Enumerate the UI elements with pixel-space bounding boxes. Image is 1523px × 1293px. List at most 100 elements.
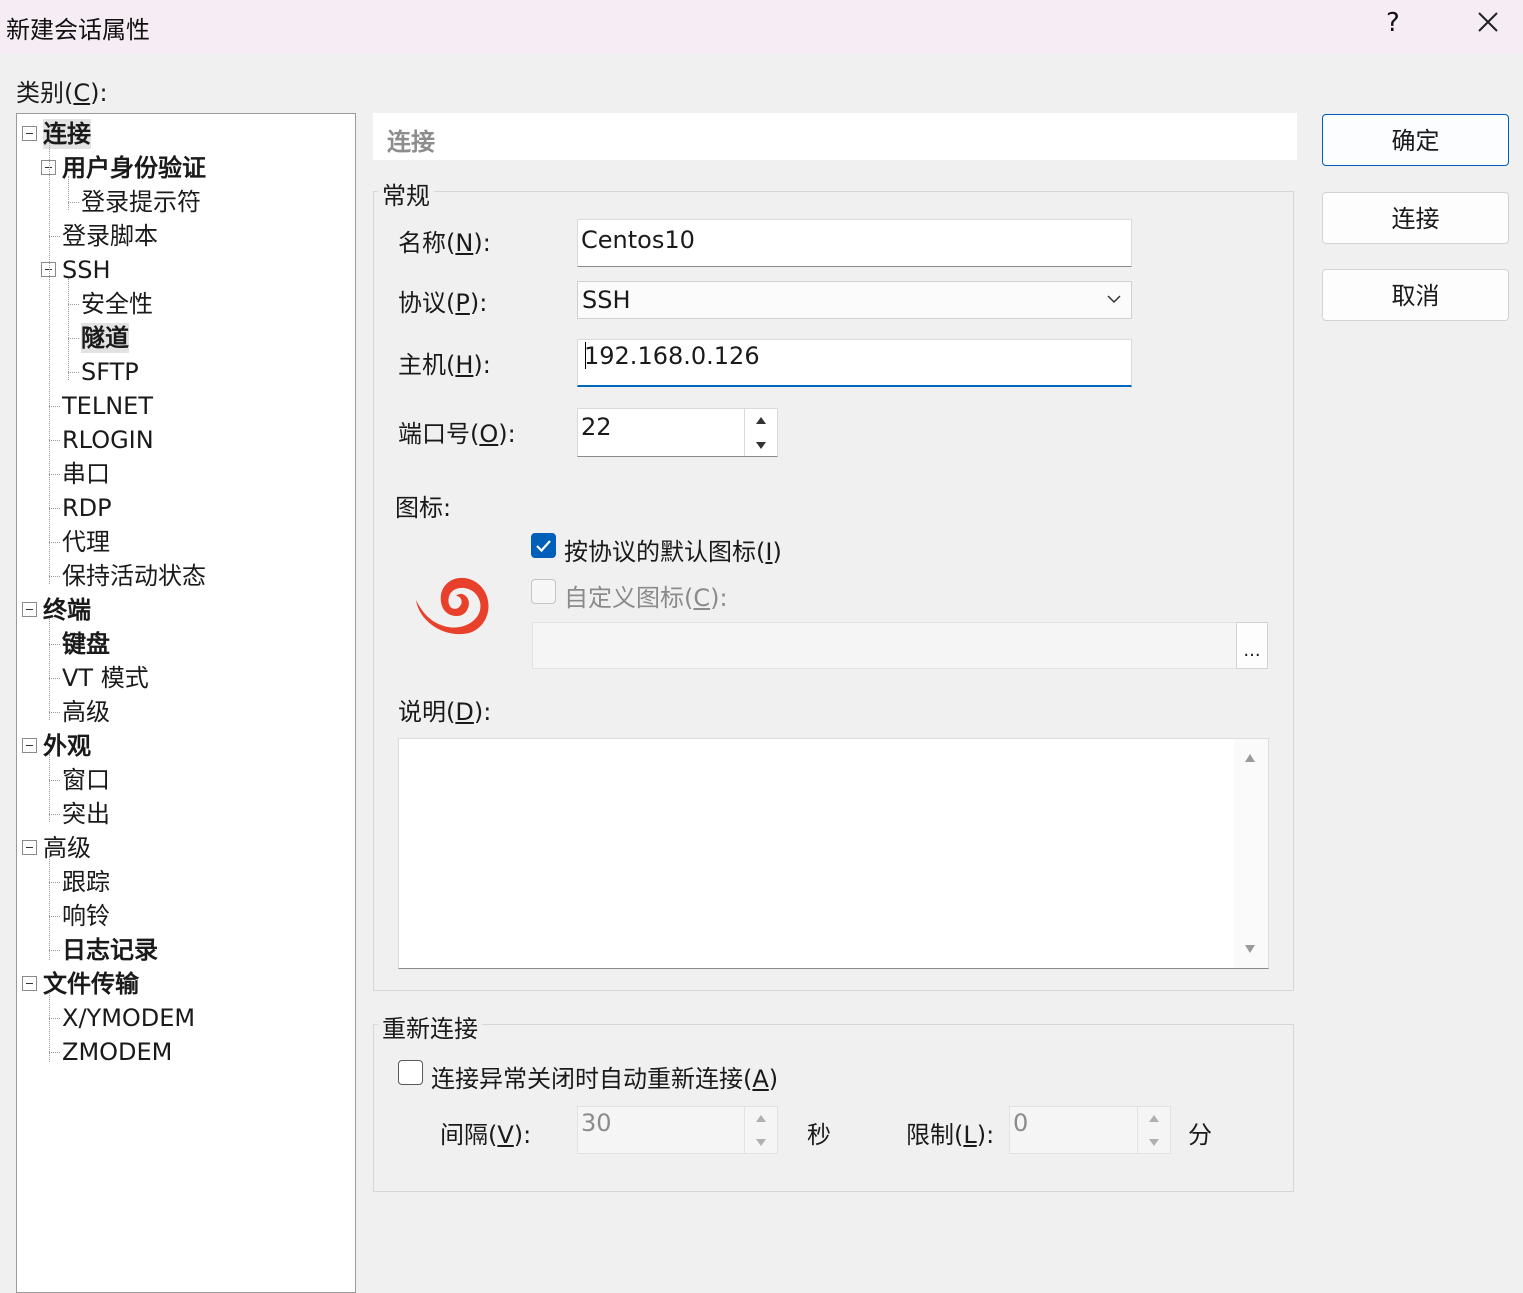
tree-item[interactable]: 外观 (43, 731, 91, 761)
tree-item[interactable]: 代理 (62, 527, 110, 557)
cancel-button[interactable]: 取消 (1322, 269, 1509, 321)
port-decrement-button[interactable] (745, 433, 777, 457)
tree-item[interactable]: 保持活动状态 (62, 561, 206, 591)
tree-connector-line (68, 202, 79, 203)
category-label: 类别(C): (16, 79, 108, 107)
tree-connector-line (49, 542, 60, 543)
port-spinner[interactable] (744, 409, 777, 456)
tree-item[interactable]: 键盘 (62, 629, 110, 659)
limit-increment-button (1138, 1107, 1170, 1130)
name-field[interactable]: Centos10 (577, 219, 1132, 267)
tree-item[interactable]: 高级 (62, 697, 110, 727)
tree-connector-line (49, 882, 60, 883)
tree-item[interactable]: 响铃 (62, 901, 110, 931)
tree-expander-icon[interactable] (22, 738, 37, 753)
category-tree[interactable]: 连接用户身份验证登录提示符登录脚本 SSH 安全性隧道 SFTP TELNET RLOGI… (16, 113, 356, 1293)
port-increment-button[interactable] (745, 409, 777, 433)
tree-item[interactable]: 终端 (43, 595, 91, 625)
general-group-title: 常规 (378, 176, 434, 211)
tree-connector-line (68, 338, 79, 339)
close-icon (1478, 12, 1498, 32)
tree-connector-line (49, 1052, 60, 1053)
tree-item[interactable]: 突出 (62, 799, 110, 829)
scroll-down-icon[interactable] (1245, 945, 1255, 953)
tree-connector-line (49, 618, 50, 720)
protocol-select[interactable]: SSH (577, 281, 1132, 319)
tree-item[interactable]: 日志记录 (62, 935, 158, 965)
limit-decrement-button (1138, 1130, 1170, 1153)
tree-item[interactable]: 高级 (43, 833, 91, 863)
default-icon-label: 按协议的默认图标(I) (564, 538, 782, 566)
interval-label: 间隔(V): (440, 1121, 532, 1149)
tree-item[interactable]: ZMODEM (62, 1037, 172, 1067)
custom-icon-label: 自定义图标(C): (564, 584, 728, 612)
default-icon-checkbox[interactable] (531, 533, 556, 558)
ok-button[interactable]: 确定 (1322, 114, 1509, 166)
limit-spinner (1137, 1107, 1170, 1153)
tree-connector-line (49, 508, 60, 509)
tree-item[interactable]: 登录提示符 (81, 187, 201, 217)
description-label: 说明(D): (398, 698, 492, 726)
tree-item[interactable]: 跟踪 (62, 867, 110, 897)
description-textarea[interactable] (398, 738, 1269, 969)
help-button[interactable]: ? (1386, 8, 1400, 38)
custom-icon-path-field (532, 622, 1237, 669)
tree-connector-line (49, 712, 60, 713)
close-button[interactable] (1472, 6, 1504, 38)
tree-item[interactable]: 用户身份验证 (62, 153, 206, 183)
custom-icon-checkbox[interactable] (531, 579, 556, 604)
tree-connector-line (49, 754, 50, 822)
tree-item[interactable]: 登录脚本 (62, 221, 158, 251)
port-label: 端口号(O): (398, 420, 516, 448)
name-label: 名称(N): (398, 229, 491, 257)
auto-reconnect-label: 连接异常关闭时自动重新连接(A) (431, 1065, 779, 1093)
tree-item[interactable]: 隧道 (81, 323, 129, 353)
limit-field: 0 (1009, 1106, 1171, 1154)
tree-item[interactable]: 连接 (43, 119, 91, 149)
interval-increment-button (745, 1107, 777, 1130)
tree-item[interactable]: VT 模式 (62, 663, 149, 693)
tree-item[interactable]: X/YMODEM (62, 1003, 195, 1033)
tree-connector-line (49, 440, 60, 441)
tree-expander-icon[interactable] (22, 126, 37, 141)
tree-item[interactable]: TELNET (62, 391, 153, 421)
scroll-up-icon[interactable] (1245, 754, 1255, 762)
tree-connector-line (49, 814, 60, 815)
tree-connector-line (49, 780, 60, 781)
description-scrollbar[interactable] (1234, 739, 1268, 968)
interval-field: 30 (577, 1106, 778, 1154)
tree-item[interactable]: 文件传输 (43, 969, 139, 999)
tree-expander-icon[interactable] (22, 976, 37, 991)
tree-connector-line (49, 678, 60, 679)
tree-item[interactable]: 串口 (62, 459, 110, 489)
port-field[interactable]: 22 (577, 408, 778, 457)
tree-connector-line (68, 278, 69, 380)
tree-item[interactable]: SSH (62, 255, 111, 285)
tree-connector-line (68, 176, 69, 210)
tree-item[interactable]: SFTP (81, 357, 139, 387)
section-header: 连接 (373, 113, 1297, 160)
tree-item[interactable]: RLOGIN (62, 425, 154, 455)
tree-expander-icon[interactable] (22, 602, 37, 617)
tree-item[interactable]: RDP (62, 493, 112, 523)
tree-connector-line (49, 406, 60, 407)
protocol-label: 协议(P): (398, 289, 488, 317)
tree-connector-line (49, 1018, 60, 1019)
tree-connector-line (49, 644, 60, 645)
browse-icon-button[interactable]: ... (1236, 622, 1268, 669)
tree-connector-line (49, 916, 60, 917)
window-title: 新建会话属性 (6, 16, 150, 44)
tree-connector-line (49, 474, 60, 475)
connect-button[interactable]: 连接 (1322, 192, 1509, 244)
host-field[interactable]: 192.168.0.126 (577, 339, 1132, 387)
interval-spinner (744, 1107, 777, 1153)
tree-connector-line (49, 856, 50, 960)
tree-connector-line (49, 236, 60, 237)
tree-expander-icon[interactable] (22, 840, 37, 855)
auto-reconnect-checkbox[interactable] (398, 1060, 423, 1085)
tree-connector-line (49, 950, 60, 951)
tree-item[interactable]: 安全性 (81, 289, 153, 319)
interval-unit: 秒 (807, 1121, 831, 1149)
tree-item[interactable]: 窗口 (62, 765, 110, 795)
icon-label: 图标: (395, 494, 452, 522)
